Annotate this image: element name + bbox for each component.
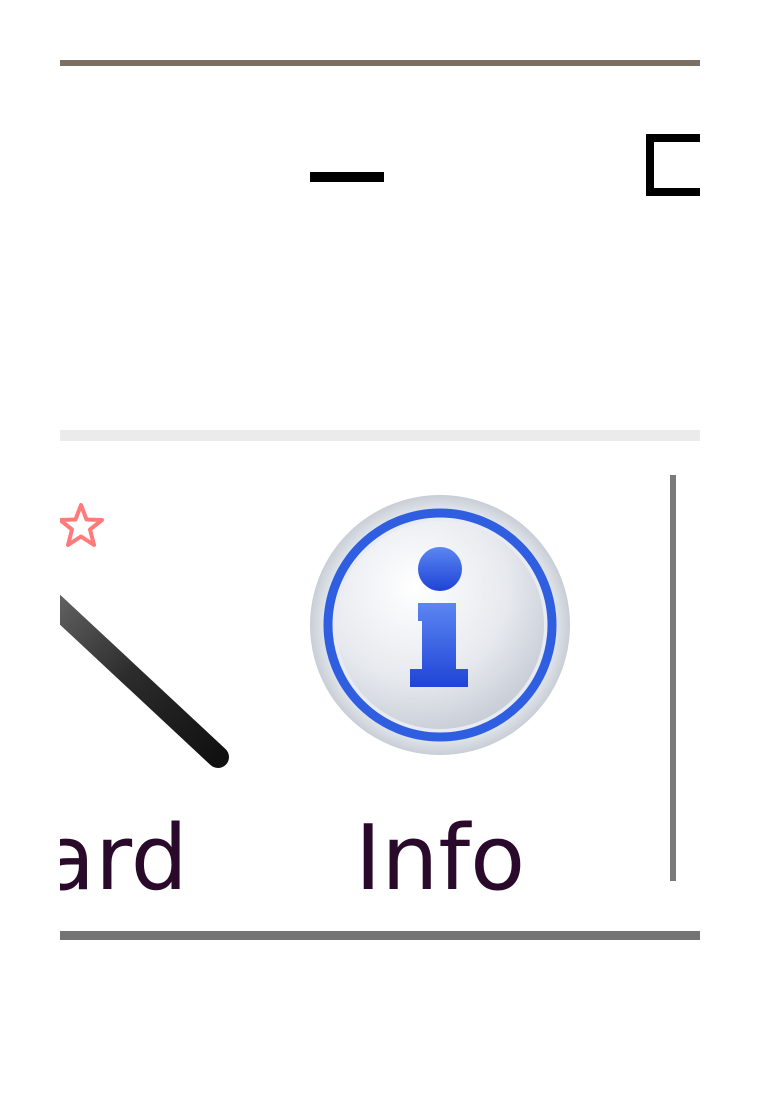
toolbar-item-label: Info	[354, 806, 526, 911]
toolbar-bottom-separator	[60, 931, 700, 940]
toolbar: ard Info	[60, 441, 700, 931]
window-frame: ard Info	[60, 0, 700, 1114]
minimize-icon	[310, 172, 384, 182]
toolbar-top-separator	[60, 430, 700, 441]
title-bar	[60, 66, 700, 436]
toolbar-item-info[interactable]: Info	[300, 481, 580, 911]
info-icon	[310, 495, 570, 755]
magic-wand-icon	[60, 594, 229, 768]
minimize-button[interactable]	[300, 166, 390, 194]
maximize-icon	[646, 134, 700, 196]
toolbar-item-wizard[interactable]: ard	[60, 481, 240, 911]
toolbar-vertical-separator	[670, 475, 676, 881]
maximize-button[interactable]	[638, 128, 700, 218]
toolbar-item-label: ard	[60, 806, 188, 911]
star-icon	[60, 503, 104, 547]
